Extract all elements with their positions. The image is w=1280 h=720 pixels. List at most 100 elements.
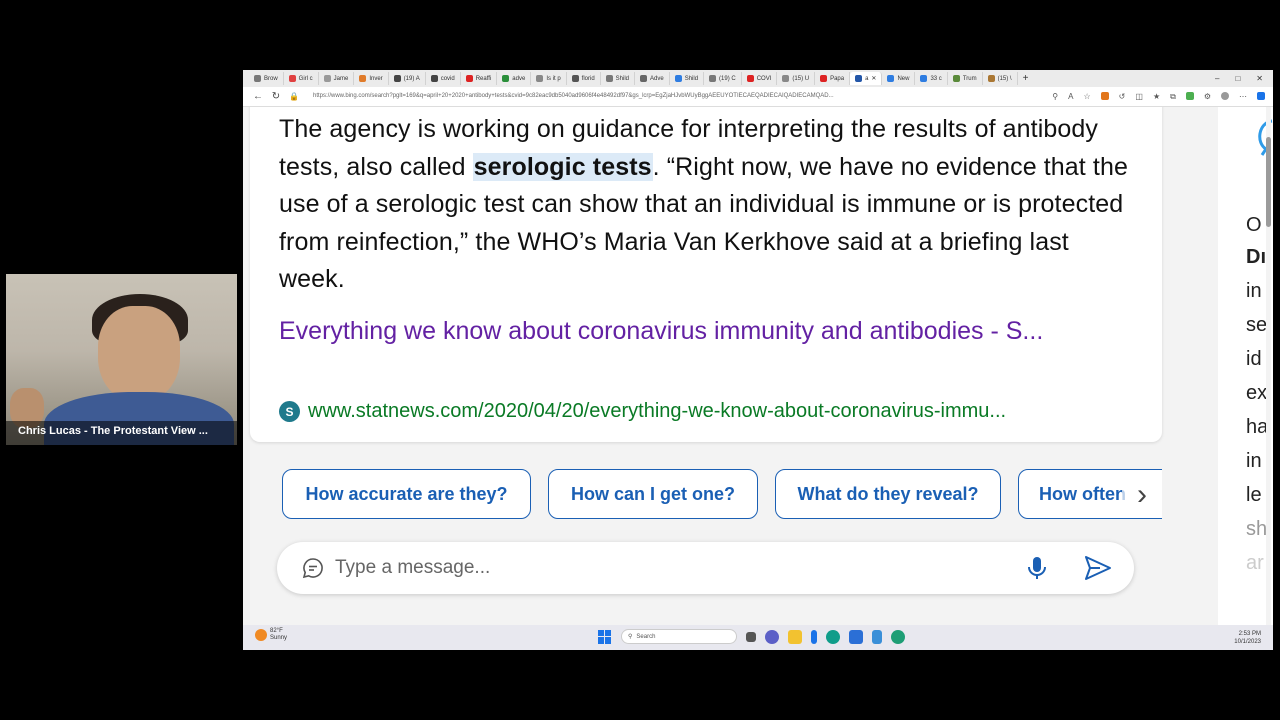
taskbar-search-label: Search — [636, 633, 656, 640]
tab-favicon-icon — [640, 75, 648, 82]
weather-temp: 82°F — [270, 628, 283, 634]
browser-tab[interactable]: Jame — [319, 72, 355, 85]
side-panel-text: se — [1246, 314, 1268, 336]
shield-icon[interactable]: ⚙ — [1204, 92, 1211, 102]
bing-copilot-icon[interactable] — [1257, 91, 1265, 100]
minimize-button[interactable]: – — [1215, 74, 1219, 83]
sync-icon[interactable]: ↺ — [1119, 92, 1126, 102]
browser-toolbar: ⚲ A ☆ ↺ ◫ ★ ⧉ ⚙ ⋯ — [1052, 91, 1273, 102]
tab-label: (19) C — [719, 75, 736, 82]
close-window-button[interactable]: ✕ — [1256, 74, 1263, 83]
browser-tab[interactable]: (15) U — [777, 72, 816, 85]
tab-label: Shild — [615, 75, 630, 82]
task-view-icon[interactable] — [746, 631, 756, 642]
browser-tab[interactable]: adve — [497, 72, 532, 85]
tab-label: Inver — [369, 75, 383, 82]
favorites-icon[interactable]: ★ — [1153, 92, 1160, 102]
side-panel-text: in — [1246, 280, 1262, 302]
browser-tab[interactable]: (19) C — [704, 72, 742, 85]
answer-snippet: The agency is working on guidance for in… — [279, 111, 1139, 299]
browser-tab[interactable]: Papa — [815, 72, 851, 85]
close-tab-icon[interactable]: ✕ — [871, 75, 876, 82]
metamask-extension-icon[interactable] — [1100, 91, 1109, 100]
start-menu-icon[interactable] — [598, 629, 612, 644]
browser-tab[interactable]: COVI — [742, 72, 778, 85]
tab-label: Shild — [684, 75, 699, 82]
weather-desc: Sunny — [270, 635, 288, 641]
address-bar-row: ← ↻ 🔒 https://www.bing.com/search?pglt=1… — [243, 87, 1273, 107]
message-input[interactable] — [335, 554, 995, 582]
source-row[interactable]: S www.statnews.com/2020/04/20/everything… — [279, 400, 1006, 423]
chat-bubble-icon — [302, 558, 323, 579]
read-aloud-icon[interactable]: A — [1068, 92, 1073, 102]
tab-label: Is it p — [546, 75, 561, 82]
zoom-icon[interactable]: ⚲ — [1052, 92, 1058, 102]
browser-tab[interactable]: Trum — [948, 72, 983, 85]
suggestion-chip-accuracy[interactable]: How accurate are they? — [282, 469, 531, 519]
tab-label: Trum — [962, 75, 977, 82]
browser-tab[interactable]: Shild — [601, 72, 636, 85]
side-panel-preview: O Dı in se id ex ha in le sh ar — [1218, 107, 1273, 625]
refresh-icon[interactable]: ↻ — [267, 91, 285, 102]
system-clock[interactable]: 2:53 PM 10/1/2023 — [1234, 630, 1261, 646]
browser-tab[interactable]: 33 c — [915, 72, 948, 85]
browser-tab[interactable]: Girl c — [284, 72, 319, 85]
split-screen-icon[interactable]: ◫ — [1135, 92, 1143, 102]
source-favicon-icon: S — [279, 401, 300, 422]
collections-icon[interactable]: ⧉ — [1170, 92, 1176, 102]
back-arrow-icon[interactable]: ← — [249, 91, 267, 102]
tab-label: Papa — [830, 75, 845, 82]
side-panel-text: ex — [1246, 382, 1268, 404]
tab-favicon-icon — [536, 75, 544, 82]
new-tab-button[interactable]: + — [1018, 72, 1034, 85]
side-panel-text: Dı — [1246, 246, 1266, 268]
side-panel-text: id — [1246, 348, 1262, 370]
maximize-button[interactable]: □ — [1235, 74, 1240, 83]
tab-favicon-icon — [359, 75, 367, 82]
notepad-icon[interactable] — [872, 629, 882, 644]
browser-tab[interactable]: Shild — [670, 72, 705, 85]
bing-icon[interactable] — [811, 629, 817, 644]
send-icon[interactable] — [1083, 554, 1113, 582]
extension-icon[interactable] — [1185, 91, 1194, 100]
source-url-link[interactable]: www.statnews.com/2020/04/20/everything-w… — [308, 400, 1006, 423]
weather-text: 82°F Sunny — [270, 628, 287, 642]
screen: Brow Girl c Jame Inver (19) A covid Reaffi adve… — [0, 0, 1280, 720]
browser-tab[interactable]: Inver — [354, 72, 389, 85]
suggestion-chip-reveal[interactable]: What do they reveal? — [775, 469, 1001, 519]
browser-tab[interactable]: Reaffi — [461, 72, 498, 85]
browser-tab[interactable]: Adve — [635, 72, 670, 85]
browser-tab[interactable]: Brow — [249, 72, 284, 85]
browser-tab[interactable]: covid — [426, 72, 461, 85]
clock-time: 2:53 PM — [1238, 631, 1261, 637]
profile-avatar[interactable] — [1221, 91, 1229, 100]
browser-tab[interactable]: New — [882, 72, 916, 85]
browser-tab[interactable]: Is it p — [531, 72, 567, 85]
favorite-star-icon[interactable]: ☆ — [1084, 92, 1091, 102]
tab-label: Adve — [650, 75, 664, 82]
scrollbar[interactable] — [1266, 107, 1271, 625]
teams-chat-icon[interactable] — [765, 629, 779, 644]
taskbar-apps: ⚲ Search — [598, 629, 905, 644]
store-icon[interactable] — [849, 629, 863, 644]
result-title-link[interactable]: Everything we know about coronavirus imm… — [279, 313, 1129, 351]
edge-browser-icon[interactable] — [826, 629, 840, 644]
clock-date: 10/1/2023 — [1234, 639, 1261, 645]
microphone-icon[interactable] — [1023, 554, 1051, 582]
url-field[interactable]: https://www.bing.com/search?pglt=169&q=a… — [313, 90, 953, 103]
browser-tab[interactable]: florid — [567, 72, 601, 85]
tab-list: Brow Girl c Jame Inver (19) A covid Reaffi adve… — [249, 72, 1018, 85]
file-explorer-icon[interactable] — [788, 629, 802, 644]
more-menu-icon[interactable]: ⋯ — [1239, 92, 1247, 102]
browser-tab[interactable]: a ✕ — [850, 72, 883, 85]
scrollbar-thumb[interactable] — [1266, 137, 1271, 227]
chevron-right-icon[interactable]: › — [1122, 478, 1162, 511]
weather-widget[interactable]: 82°F Sunny — [255, 628, 287, 642]
taskbar-search-box[interactable]: ⚲ Search — [621, 629, 737, 644]
browser-tab[interactable]: (19) A — [389, 72, 426, 85]
globe-app-icon[interactable] — [891, 629, 905, 644]
tab-favicon-icon — [323, 75, 331, 82]
suggestion-chip-get-one[interactable]: How can I get one? — [548, 469, 758, 519]
browser-tab[interactable]: (15) \ — [983, 72, 1018, 85]
tab-label: a — [865, 75, 869, 82]
